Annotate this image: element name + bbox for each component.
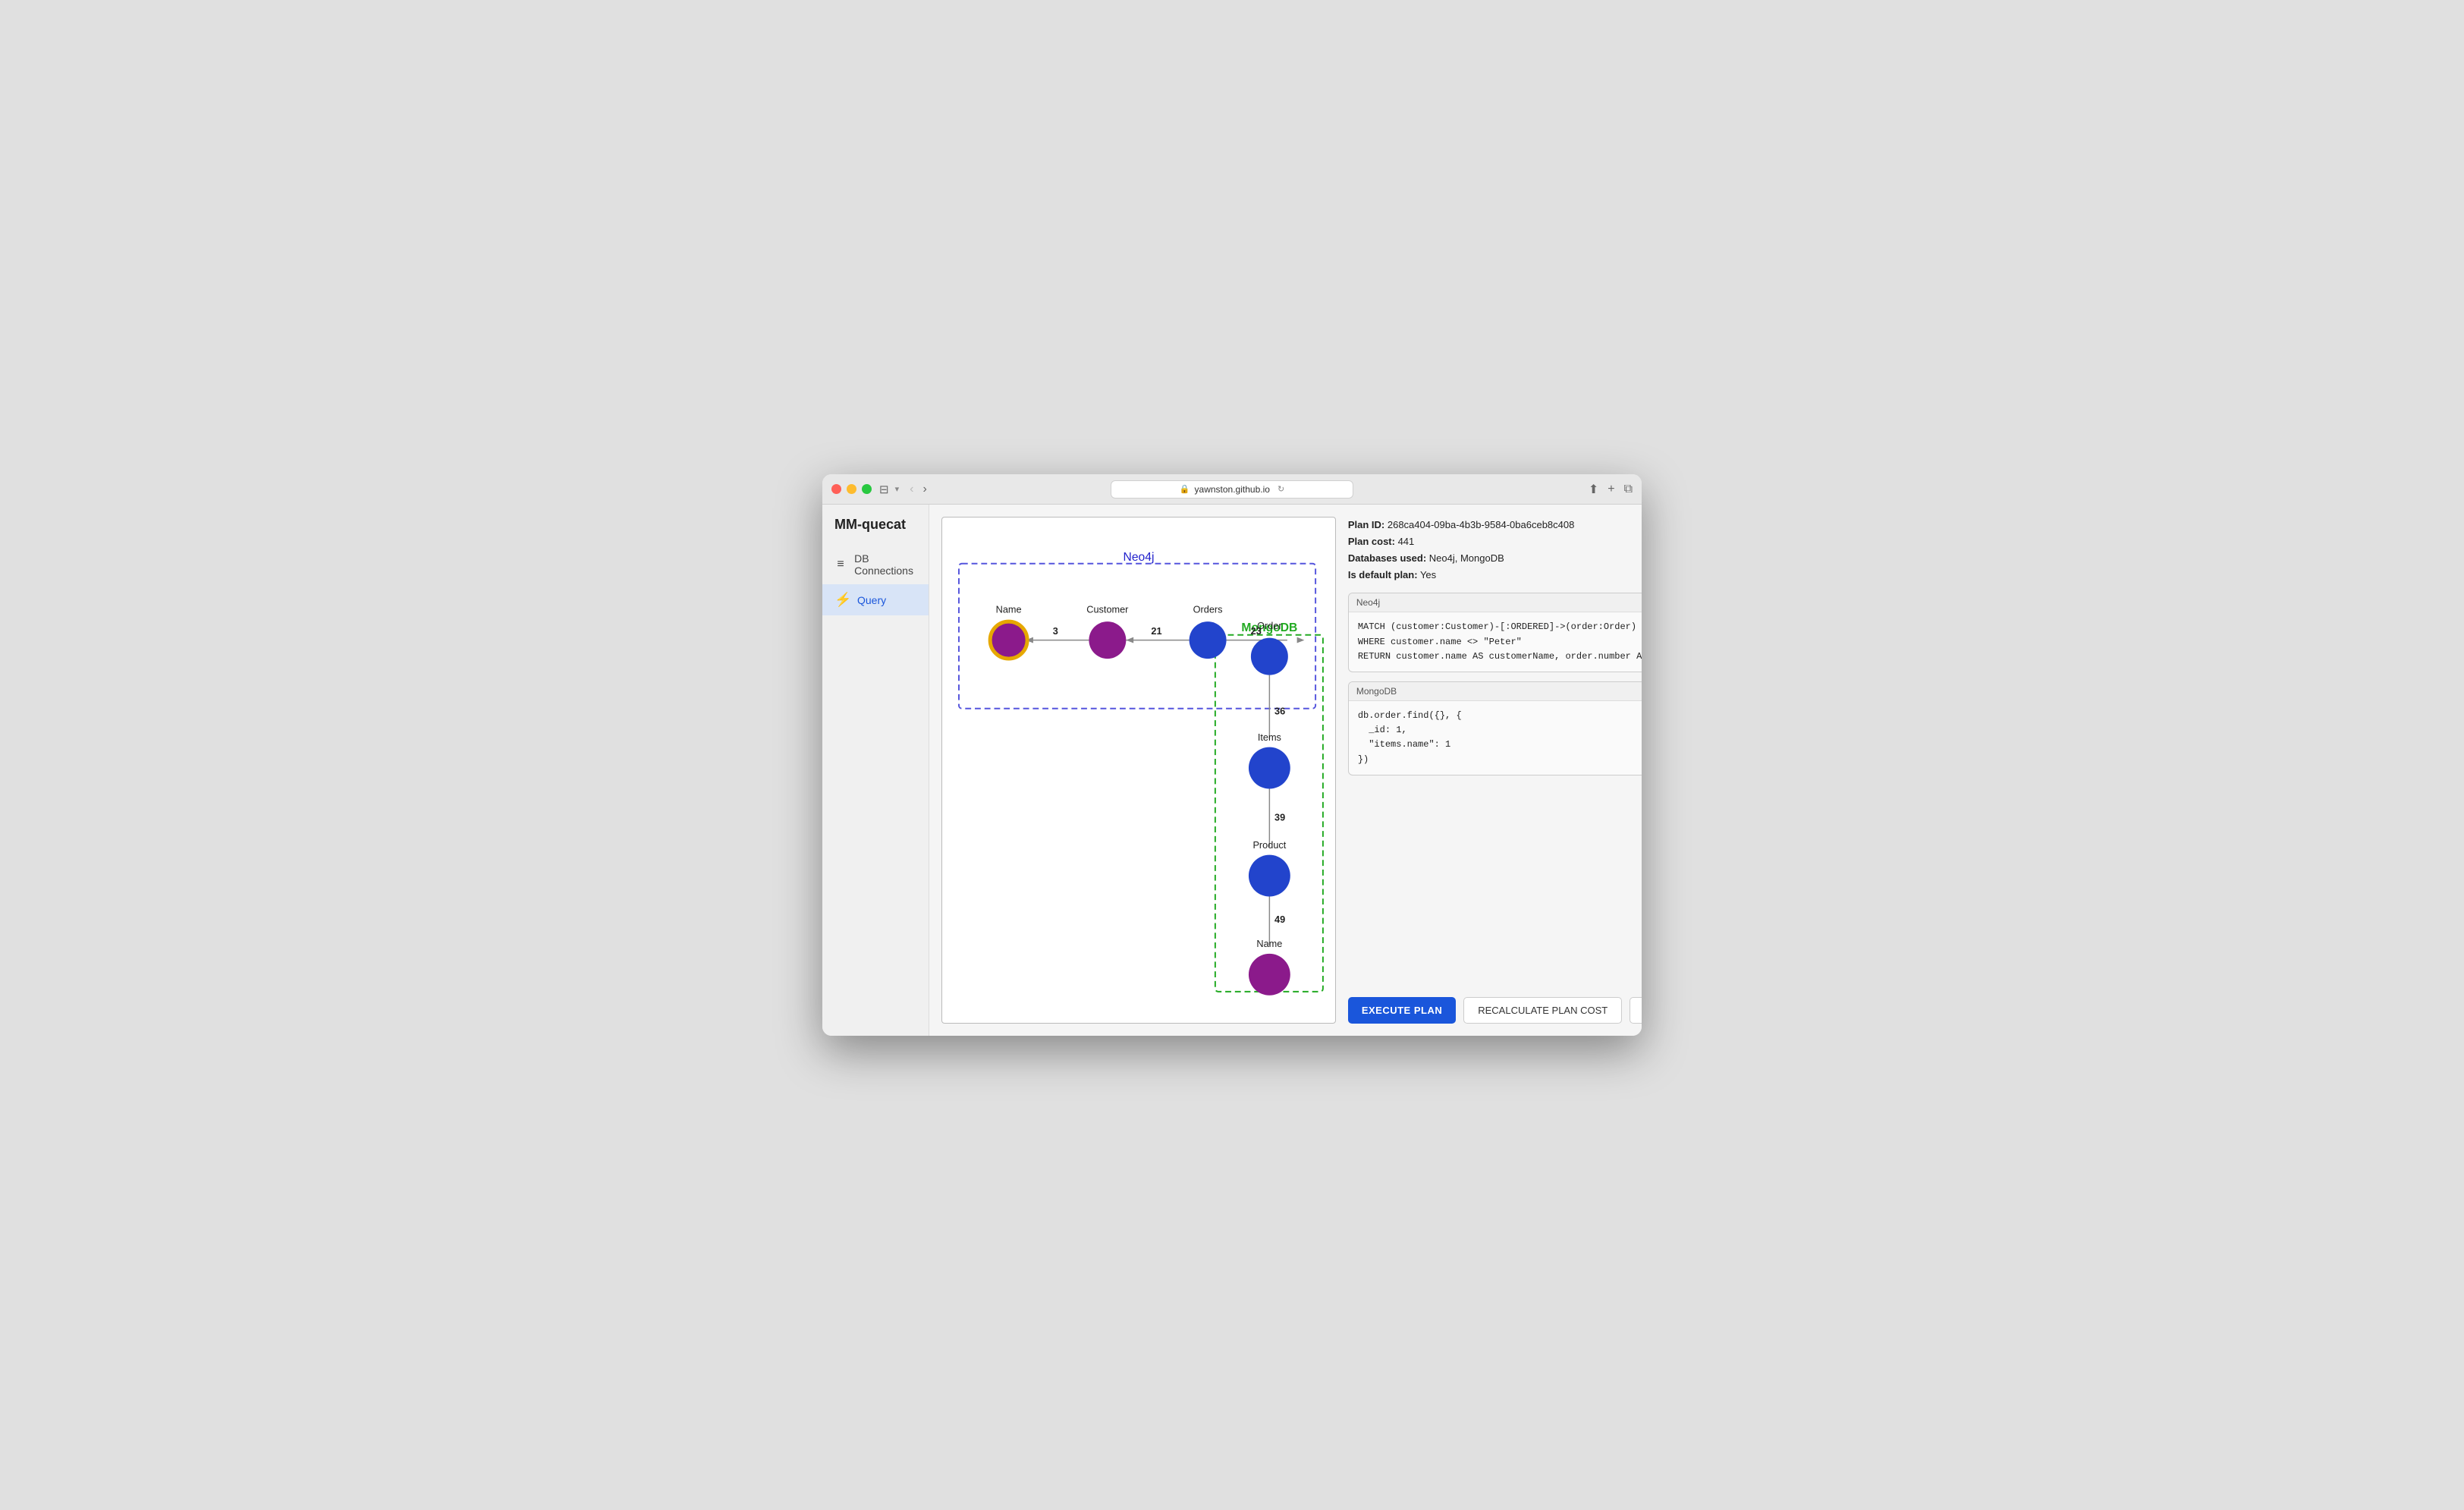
main-content: Neo4j MongoDB 3 21 23 bbox=[929, 505, 1642, 1036]
toolbar-right: ⬆ + ⧉ bbox=[1589, 482, 1633, 497]
default-value: Yes bbox=[1420, 569, 1436, 580]
right-panel: Plan ID: 268ca404-09ba-4b3b-9584-0ba6ceb… bbox=[1336, 517, 1642, 1024]
maximize-button[interactable] bbox=[862, 484, 872, 494]
svg-text:21: 21 bbox=[1151, 625, 1161, 637]
svg-text:49: 49 bbox=[1274, 914, 1285, 925]
databases-label: Databases used: bbox=[1348, 552, 1426, 564]
svg-text:MongoDB: MongoDB bbox=[1241, 621, 1297, 634]
neo4j-query-body: MATCH (customer:Customer)-[:ORDERED]->(o… bbox=[1349, 612, 1642, 672]
app-title: MM-quecat bbox=[822, 517, 929, 545]
recalculate-button[interactable]: RECALCULATE PLAN COST bbox=[1463, 997, 1622, 1024]
app-window: ⊟ ▾ ‹ › 🔒 yawnston.github.io ↻ ⬆ + ⧉ MM-… bbox=[822, 474, 1642, 1036]
minimize-button[interactable] bbox=[847, 484, 856, 494]
svg-text:Items: Items bbox=[1258, 731, 1281, 743]
execute-plan-button[interactable]: EXECUTE PLAN bbox=[1348, 997, 1456, 1024]
nav-arrows: ‹ › bbox=[907, 483, 930, 496]
app-layout: MM-quecat ≡ DB Connections ⚡ Query Neo4j bbox=[822, 505, 1642, 1036]
back-nav-button[interactable]: ‹ bbox=[907, 483, 916, 496]
mongodb-query-box: MongoDB db.order.find({}, { _id: 1, "ite… bbox=[1348, 681, 1642, 775]
back-button[interactable]: BACK bbox=[1630, 997, 1642, 1024]
svg-text:Product: Product bbox=[1252, 839, 1286, 851]
split-view-button[interactable]: ⧉ bbox=[1624, 483, 1633, 496]
reload-icon[interactable]: ↻ bbox=[1278, 484, 1284, 494]
svg-text:Neo4j: Neo4j bbox=[1123, 551, 1154, 564]
traffic-lights bbox=[831, 484, 872, 494]
share-button[interactable]: ⬆ bbox=[1589, 482, 1598, 497]
svg-text:Order: Order bbox=[1257, 620, 1282, 631]
svg-text:Name: Name bbox=[995, 603, 1021, 615]
db-connections-icon: ≡ bbox=[834, 558, 847, 571]
svg-text:39: 39 bbox=[1274, 812, 1285, 823]
sidebar-item-label-db: DB Connections bbox=[854, 552, 916, 577]
sidebar: MM-quecat ≡ DB Connections ⚡ Query bbox=[822, 505, 929, 1036]
lock-icon: 🔒 bbox=[1180, 484, 1190, 494]
sidebar-toggle[interactable]: ⊟ ▾ bbox=[879, 483, 899, 496]
neo4j-query-header: Neo4j bbox=[1349, 593, 1642, 612]
neo4j-query-box: Neo4j MATCH (customer:Customer)-[:ORDERE… bbox=[1348, 593, 1642, 672]
url-bar[interactable]: 🔒 yawnston.github.io ↻ bbox=[1111, 480, 1353, 499]
mongodb-query-header: MongoDB bbox=[1349, 682, 1642, 701]
svg-text:Customer: Customer bbox=[1086, 603, 1129, 615]
forward-nav-button[interactable]: › bbox=[919, 483, 929, 496]
svg-text:3: 3 bbox=[1053, 625, 1058, 637]
query-icon: ⚡ bbox=[834, 592, 850, 608]
plan-cost-label: Plan cost: bbox=[1348, 536, 1395, 547]
new-tab-button[interactable]: + bbox=[1608, 483, 1614, 496]
svg-text:Orders: Orders bbox=[1193, 603, 1222, 615]
diagram-container: Neo4j MongoDB 3 21 23 bbox=[941, 517, 1336, 1024]
diagram-svg: Neo4j MongoDB 3 21 23 bbox=[942, 517, 1335, 1023]
svg-text:23: 23 bbox=[1250, 625, 1261, 637]
plan-cost-value: 441 bbox=[1398, 536, 1415, 547]
url-text: yawnston.github.io bbox=[1195, 484, 1270, 495]
sidebar-item-query[interactable]: ⚡ Query bbox=[822, 584, 929, 615]
default-label: Is default plan: bbox=[1348, 569, 1418, 580]
sidebar-item-label-query: Query bbox=[857, 594, 886, 606]
mongodb-query-body: db.order.find({}, { _id: 1, "items.name"… bbox=[1349, 701, 1642, 775]
buttons-row: EXECUTE PLAN RECALCULATE PLAN COST BACK bbox=[1348, 997, 1642, 1024]
close-button[interactable] bbox=[831, 484, 841, 494]
svg-text:36: 36 bbox=[1274, 706, 1285, 717]
sidebar-item-db-connections[interactable]: ≡ DB Connections bbox=[822, 545, 929, 584]
plan-id-value: 268ca404-09ba-4b3b-9584-0ba6ceb8c408 bbox=[1388, 519, 1575, 530]
plan-info: Plan ID: 268ca404-09ba-4b3b-9584-0ba6ceb… bbox=[1348, 517, 1642, 584]
titlebar: ⊟ ▾ ‹ › 🔒 yawnston.github.io ↻ ⬆ + ⧉ bbox=[822, 474, 1642, 505]
plan-id-label: Plan ID: bbox=[1348, 519, 1384, 530]
databases-value: Neo4j, MongoDB bbox=[1429, 552, 1504, 564]
svg-text:Name: Name bbox=[1256, 938, 1282, 949]
